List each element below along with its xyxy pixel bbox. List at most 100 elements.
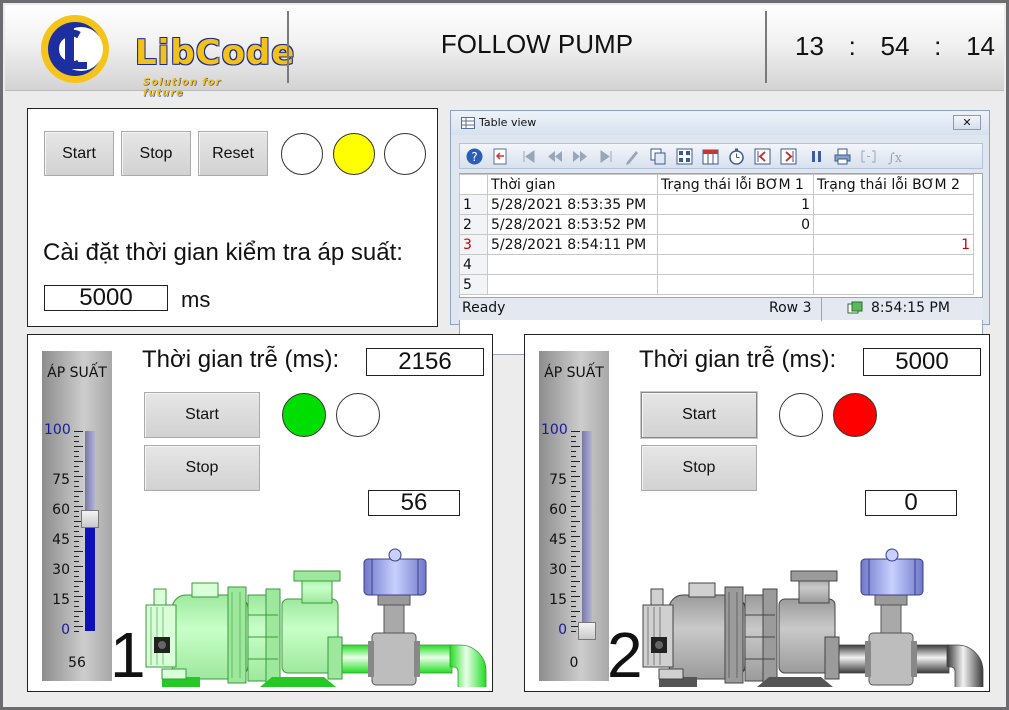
help-icon[interactable]: ? <box>466 148 483 165</box>
gauge-tick-mark <box>74 606 79 607</box>
libcode-logo: LibCode Solution for future <box>35 11 294 99</box>
first-record-icon[interactable] <box>520 148 537 165</box>
timer-icon[interactable] <box>728 148 745 165</box>
gauge-tick-mark <box>74 466 79 467</box>
previous-record-icon[interactable] <box>546 148 563 165</box>
gauge-tick-mark <box>571 576 576 577</box>
cell-time[interactable] <box>487 254 658 275</box>
pump-stop-button[interactable]: Stop <box>641 445 757 491</box>
gauge-label: ÁP SUẤT <box>47 365 107 381</box>
gauge-tick-label: 30 <box>549 562 567 578</box>
gauge-slider-thumb[interactable] <box>81 510 99 528</box>
gauge-tick-mark <box>74 611 83 612</box>
formula-icon[interactable]: ∫x <box>886 148 903 165</box>
gauge-tick-mark <box>74 546 79 547</box>
gauge-tick-label: 45 <box>52 532 70 548</box>
column-header[interactable]: Trạng thái lỗi BƠM 2 <box>813 174 974 195</box>
gauge-tick-mark <box>571 621 576 622</box>
gauge-tick-label: 0 <box>558 622 567 638</box>
cell-time[interactable]: 5/28/2021 8:53:52 PM <box>487 214 658 235</box>
gauge-tick-mark <box>571 446 580 447</box>
pump-stop-button[interactable]: Stop <box>144 445 260 491</box>
clock-seconds: 14 <box>966 31 995 61</box>
cell-time[interactable]: 5/28/2021 8:54:11 PM <box>487 234 658 255</box>
gauge-tick-mark <box>571 531 576 532</box>
delay-value[interactable]: 2156 <box>366 348 484 376</box>
status-lamp-3 <box>384 133 426 175</box>
import-icon[interactable] <box>492 148 509 165</box>
delay-value[interactable]: 5000 <box>863 348 981 376</box>
gauge-tick-mark <box>74 431 83 432</box>
gauge-tick-mark <box>74 601 79 602</box>
table-row[interactable]: 3 5/28/2021 8:54:11 PM 1 <box>459 234 974 255</box>
table-settings-icon[interactable] <box>702 148 719 165</box>
column-header[interactable]: Trạng thái lỗi BƠM 1 <box>657 174 814 195</box>
select-columns-icon[interactable] <box>676 148 693 165</box>
clock: 13 : 54 : 14 <box>795 31 995 62</box>
gauge-tick-mark <box>74 551 83 552</box>
close-button[interactable]: ✕ <box>953 115 981 130</box>
table-row[interactable]: 2 5/28/2021 8:53:52 PM 0 <box>459 214 974 235</box>
gauge-tick-mark <box>571 556 576 557</box>
cell-pump1-error[interactable] <box>657 274 814 295</box>
gauge-tick-mark <box>74 621 79 622</box>
cell-pump1-error[interactable] <box>657 254 814 275</box>
next-page-icon[interactable] <box>780 148 797 165</box>
page-title: FOLLOW PUMP <box>440 29 634 59</box>
gauge-tick-mark <box>571 631 576 632</box>
table-row[interactable]: 5 <box>459 274 974 295</box>
cell-pump1-error[interactable] <box>657 234 814 255</box>
svg-text:∫x: ∫x <box>888 151 903 165</box>
pump-run-lamp <box>779 393 823 437</box>
header-divider <box>765 11 767 83</box>
gauge-tick-mark <box>571 506 580 507</box>
status-lamp-1 <box>281 133 323 175</box>
gauge-tick-mark <box>74 526 79 527</box>
gauge-value: 56 <box>68 655 86 671</box>
gauge-tick-label: 15 <box>52 592 70 608</box>
gauge-tick-mark <box>74 461 83 462</box>
gauge-tick-mark <box>571 546 576 547</box>
pause-icon[interactable] <box>808 148 825 165</box>
gauge-tick-label: 60 <box>549 502 567 518</box>
gauge-tick-mark <box>74 451 79 452</box>
pressure-time-input[interactable]: 5000 <box>44 285 168 311</box>
start-button[interactable]: Start <box>44 131 114 176</box>
next-record-icon[interactable] <box>572 148 589 165</box>
cell-pump2-error[interactable] <box>813 254 974 275</box>
reset-button[interactable]: Reset <box>198 131 268 176</box>
stop-button[interactable]: Stop <box>121 131 191 176</box>
table-row[interactable]: 1 5/28/2021 8:53:35 PM 1 <box>459 194 974 215</box>
pump-start-button[interactable]: Start <box>641 392 757 438</box>
gauge-tick-mark <box>571 501 576 502</box>
gauge-tick-mark <box>74 626 83 627</box>
gauge-slider-thumb[interactable] <box>578 622 596 640</box>
cell-pump2-error[interactable] <box>813 214 974 235</box>
pump-start-button[interactable]: Start <box>144 392 260 438</box>
gauge-tick-mark <box>571 541 576 542</box>
copy-icon[interactable] <box>650 148 667 165</box>
edit-icon[interactable] <box>624 148 641 165</box>
cell-time[interactable]: 5/28/2021 8:53:35 PM <box>487 194 658 215</box>
cell-pump2-error[interactable] <box>813 194 974 215</box>
clock-minutes: 54 <box>880 31 910 61</box>
gauge-tick-mark <box>74 501 79 502</box>
table-row[interactable]: 4 <box>459 254 974 275</box>
cell-time[interactable] <box>487 274 658 295</box>
gauge-tick-mark <box>74 506 83 507</box>
bracket-icon[interactable] <box>860 148 877 165</box>
header-divider <box>287 11 289 83</box>
column-header[interactable]: Thời gian <box>487 174 658 195</box>
gauge-tick-mark <box>571 481 576 482</box>
last-record-icon[interactable] <box>598 148 615 165</box>
cell-pump1-error[interactable]: 1 <box>657 194 814 215</box>
pump-run-lamp <box>282 393 326 437</box>
print-icon[interactable] <box>834 148 851 165</box>
cell-pump2-error[interactable] <box>813 274 974 295</box>
gauge-tick-mark <box>74 596 83 597</box>
cell-pump2-error[interactable]: 1 <box>813 234 974 255</box>
gauge-tick-mark <box>571 451 576 452</box>
sensor-value: 0 <box>865 490 957 516</box>
cell-pump1-error[interactable]: 0 <box>657 214 814 235</box>
previous-page-icon[interactable] <box>754 148 771 165</box>
